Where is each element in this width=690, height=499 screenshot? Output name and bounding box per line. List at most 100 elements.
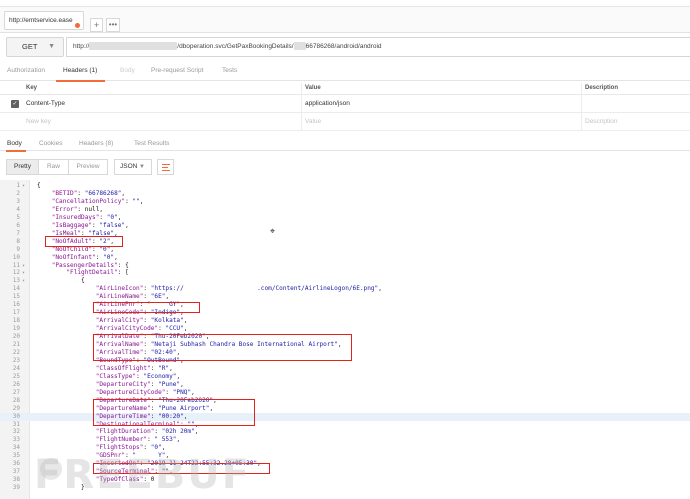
text-cursor-icon: ⌖ (270, 226, 276, 236)
code-line: 6 "IsBaggage": "false", (0, 222, 690, 230)
header-new-row: New key Value Description (0, 114, 690, 131)
column-divider (301, 83, 302, 131)
code-text: "DepartureCityCode": "PNQ", (95, 388, 195, 396)
format-select[interactable]: JSON ▼ (114, 159, 152, 175)
line-number: 8 (16, 237, 20, 245)
code-line: 27 "DepartureCityCode": "PNQ", (0, 389, 690, 397)
tab-cookies[interactable]: Cookies (39, 140, 62, 147)
line-number: 13 (12, 277, 20, 285)
raw-button[interactable]: Raw (38, 159, 69, 175)
window-top-bar (0, 0, 690, 7)
line-number: 23 (12, 356, 20, 364)
tab-headers[interactable]: Headers (1) (63, 67, 97, 74)
pretty-button[interactable]: Pretty (6, 159, 39, 175)
tab-strip: http://emtservice.ease + ••• (0, 7, 690, 33)
new-tab-button[interactable]: + (90, 18, 103, 32)
code-line: 5 "InsuredDays": "0", (0, 214, 690, 222)
code-line: 14 "AirLineIcon": "https:// .com/Content… (0, 285, 690, 293)
line-number: 7 (16, 229, 20, 237)
new-description-input[interactable]: Description (585, 118, 618, 125)
line-number: 14 (12, 285, 20, 293)
line-number: 36 (12, 460, 20, 468)
line-number: 22 (12, 348, 20, 356)
line-number: 21 (12, 341, 20, 348)
more-tabs-button[interactable]: ••• (106, 18, 120, 32)
code-line: 11 ▾ "PassengerDetails": { (0, 262, 690, 270)
response-tabs: Body Cookies Headers (8) Test Results (0, 136, 690, 151)
checkbox-checked-icon[interactable]: ✓ (11, 100, 19, 108)
redacted-host (89, 42, 178, 51)
line-number: 17 (12, 309, 20, 317)
tab-test-results[interactable]: Test Results (134, 140, 169, 147)
line-number: 2 (16, 189, 20, 197)
code-line: 24 "ClassOfFlight": "R", (0, 365, 690, 373)
tab-response-body[interactable]: Body (7, 140, 22, 147)
annotation-box (45, 236, 123, 247)
code-text: "DepartureCity": "Pune", (95, 380, 184, 388)
line-number: 11 (12, 261, 20, 269)
header-key[interactable]: Content-Type (26, 100, 65, 107)
line-number: 10 (12, 253, 20, 261)
preview-button[interactable]: Preview (68, 159, 108, 175)
watermark: FREEBUF (34, 452, 252, 498)
url-suffix: /android/android (334, 43, 382, 50)
new-key-input[interactable]: New key (26, 118, 51, 125)
line-number: 19 (12, 325, 20, 333)
line-number: 29 (12, 404, 20, 412)
chevron-down-icon: ▼ (139, 164, 145, 170)
line-number: 25 (12, 372, 20, 380)
request-tab[interactable]: http://emtservice.ease (4, 11, 84, 30)
code-line: 32 "FlightDuration": "02h 20m", (0, 428, 690, 436)
code-text: "FlightDetail": [ (66, 269, 129, 277)
method-label: GET (22, 42, 38, 51)
wrap-lines-icon[interactable] (157, 159, 174, 175)
url-input[interactable]: http:// /dboperation.svc/GetPaxBookingDet… (66, 37, 690, 57)
line-number: 33 (12, 436, 20, 444)
new-value-input[interactable]: Value (305, 118, 321, 125)
code-line: 1 ▾ { (0, 182, 690, 190)
url-path: /dboperation.svc/GetPaxBookingDetails/ (177, 43, 294, 50)
redacted-id-part (293, 42, 306, 51)
line-number: 9 (16, 245, 20, 253)
fold-arrow-icon[interactable]: ▾ (22, 277, 25, 285)
fold-arrow-icon[interactable]: ▾ (22, 262, 25, 270)
annotation-box (93, 399, 255, 426)
code-text: "AirLineIcon": "https:// .com/Content/Ai… (95, 285, 382, 293)
code-text: "NoOfInfant": "0", (51, 253, 118, 261)
tab-authorization[interactable]: Authorization (7, 67, 45, 74)
line-number: 26 (12, 380, 20, 388)
active-response-tab-underline (6, 150, 26, 152)
line-number: 32 (12, 428, 20, 436)
line-number: 27 (12, 388, 20, 396)
line-number: 31 (12, 420, 20, 428)
code-text: "InsuredDays": "0", (51, 213, 122, 221)
code-line: 12 ▾ "FlightDetail": [ (0, 269, 690, 277)
code-text: { (37, 277, 85, 285)
line-number: 37 (12, 468, 20, 476)
fold-arrow-icon[interactable]: ▾ (22, 269, 25, 277)
line-number: 3 (16, 197, 20, 205)
method-select[interactable]: GET ▼ (6, 37, 64, 57)
line-number: 39 (12, 484, 20, 492)
tab-tests[interactable]: Tests (222, 67, 237, 74)
tab-pre-request-script[interactable]: Pre-request Script (151, 67, 203, 74)
tab-response-headers[interactable]: Headers (8) (79, 140, 113, 147)
request-tabs: Authorization Headers (1) Body Pre-reque… (0, 62, 690, 81)
code-line: 26 "DepartureCity": "Pune", (0, 381, 690, 389)
annotation-box (93, 302, 200, 313)
code-text: "BETID": "66786268", (51, 189, 126, 197)
column-value: Value (305, 85, 321, 91)
chevron-down-icon: ▼ (48, 43, 55, 50)
code-text: "FlightDuration": "02h 20m", (95, 428, 199, 436)
line-number: 30 (12, 412, 20, 420)
url-prefix: http:// (73, 43, 90, 50)
fold-arrow-icon[interactable]: ▾ (22, 182, 25, 190)
line-number: 4 (16, 205, 20, 213)
line-number: 24 (12, 364, 20, 372)
tab-body[interactable]: Body (120, 67, 135, 74)
format-label: JSON (120, 163, 138, 170)
header-value[interactable]: application/json (305, 100, 350, 107)
column-key: Key (26, 85, 38, 91)
annotation-box (93, 334, 352, 361)
column-description: Description (585, 85, 619, 91)
